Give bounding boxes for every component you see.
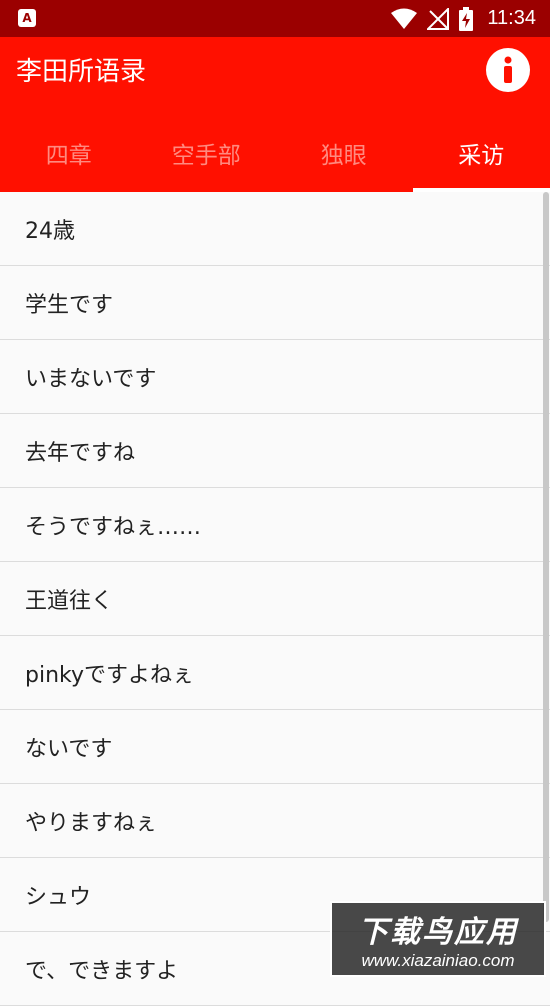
list-item[interactable]: そうですねぇ…… xyxy=(0,488,550,562)
app-notification-icon: A xyxy=(18,9,36,27)
tab-interview[interactable]: 采访 xyxy=(413,114,550,192)
status-bar: A 11:34 xyxy=(0,0,550,37)
app-bar: 李田所语录 四章 空手部 独眼 采访 xyxy=(0,37,550,192)
list-item[interactable]: 24歳 xyxy=(0,192,550,266)
list-item[interactable]: 学生です xyxy=(0,266,550,340)
wifi-icon xyxy=(391,8,417,30)
list-item[interactable]: pinkyですよねぇ xyxy=(0,636,550,710)
tab-bar: 四章 空手部 独眼 采访 xyxy=(0,114,550,192)
list-item[interactable]: いまないです xyxy=(0,340,550,414)
quote-list: 24歳 学生です いまないです 去年ですね そうですねぇ…… 王道往く pink… xyxy=(0,192,550,1006)
page-title: 李田所语录 xyxy=(16,51,146,88)
scrollbar[interactable] xyxy=(543,192,549,922)
tab-karate-club[interactable]: 空手部 xyxy=(138,114,276,192)
watermark: 下载鸟应用 www.xiazainiao.com xyxy=(330,901,546,977)
list-item[interactable]: やりますねぇ xyxy=(0,784,550,858)
list-item[interactable]: 王道往く xyxy=(0,562,550,636)
list-item[interactable]: 去年ですね xyxy=(0,414,550,488)
info-button[interactable] xyxy=(486,48,530,92)
watermark-title: 下载鸟应用 xyxy=(358,907,518,951)
battery-charging-icon xyxy=(459,7,473,31)
status-time: 11:34 xyxy=(487,7,536,30)
tab-chapter-four[interactable]: 四章 xyxy=(0,114,138,192)
tab-one-eye[interactable]: 独眼 xyxy=(275,114,413,192)
info-icon xyxy=(498,55,518,85)
watermark-url: www.xiazainiao.com xyxy=(361,951,514,971)
list-item[interactable]: ないです xyxy=(0,710,550,784)
no-signal-icon xyxy=(427,8,449,30)
